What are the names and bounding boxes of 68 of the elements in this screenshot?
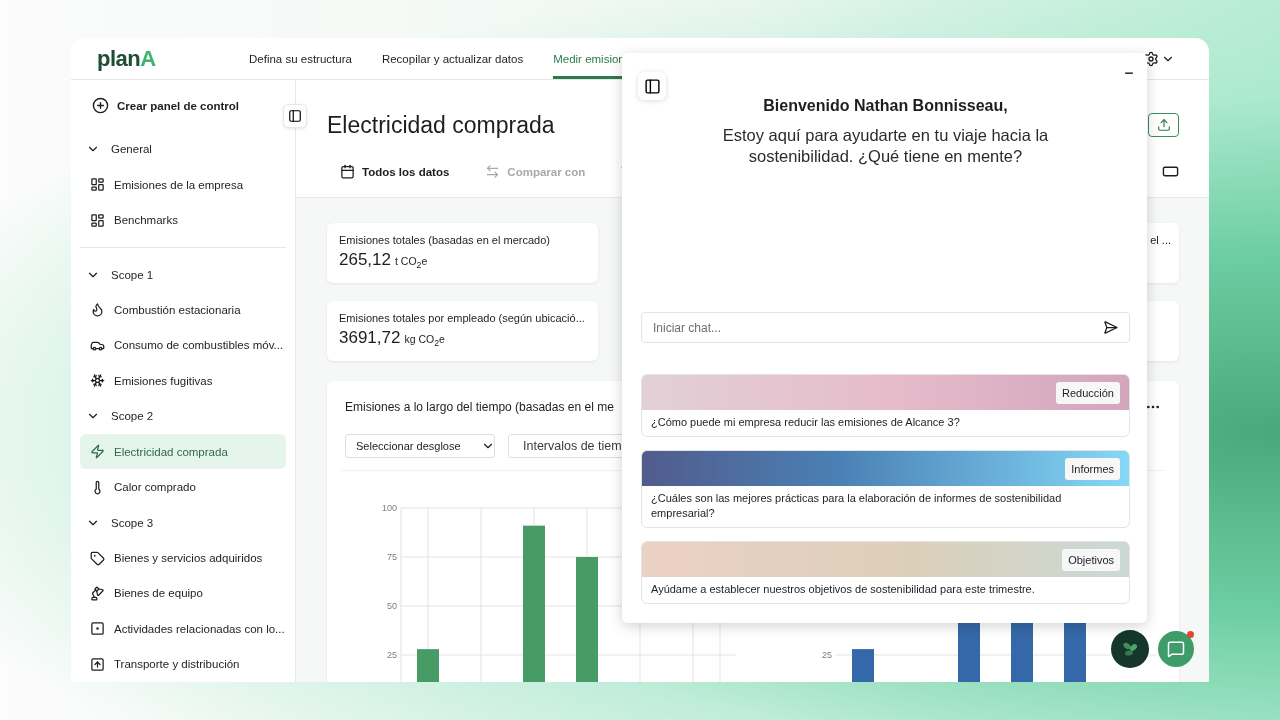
sidebar-item[interactable]: Actividades relacionadas con lo... [80, 611, 286, 647]
sidebar-item[interactable]: Emisiones de la empresa [80, 166, 286, 203]
suggestion-card[interactable]: Reducción ¿Cómo puede mi empresa reducir las emisiones de Alcance 3? [641, 374, 1130, 437]
send-icon[interactable] [1103, 320, 1118, 335]
axis-tick-label: 100 [381, 503, 397, 513]
sidebar-item[interactable]: Bienes de equipo [80, 575, 286, 612]
tag-icon [90, 550, 105, 566]
metric-label: Emisiones totales por empleado (según ubicació... [339, 312, 586, 324]
lamp-icon [90, 585, 105, 601]
chart-title: Emisiones a lo largo del tiempo (basadas en el me [345, 400, 614, 414]
sidebar-group[interactable]: Scope 3 [80, 504, 160, 541]
upload-icon [1156, 118, 1171, 132]
nav-tab[interactable]: Recopilar y actualizar datos [381, 38, 524, 79]
axis-tick-label: 50 [387, 601, 397, 611]
sidebar-item[interactable]: Emisiones fugitivas [80, 363, 286, 399]
export-button[interactable] [1148, 113, 1179, 137]
sidebar-icon [643, 77, 661, 95]
axis-tick-label: 75 [387, 552, 397, 562]
logo: planA [96, 44, 157, 73]
sidebar-group[interactable]: Scope 2 [80, 398, 160, 434]
sidebar-icon [288, 109, 302, 123]
settings-icon[interactable] [1143, 50, 1159, 67]
chart-bar [852, 649, 874, 682]
sidebar-group[interactable]: Scope 1 [80, 256, 160, 293]
breakdown-select[interactable]: Seleccionar desglose [345, 434, 495, 458]
chart-bar [417, 649, 439, 682]
suggestion-card[interactable]: Informes ¿Cuáles son las mejores prácticas para la elaboración de informes de sostenibilidad empresarial? [641, 450, 1130, 528]
suggestion-question: ¿Cómo puede mi empresa reducir las emisiones de Alcance 3? [650, 415, 961, 430]
metric-unit: t CO$_{2}$e [395, 255, 428, 271]
axis-tick-label: 25 [387, 650, 397, 660]
sidebar-item[interactable]: Electricidad comprada [80, 434, 286, 470]
suggestion-tag: Informes [1065, 457, 1120, 480]
metric-value: 265,12 [339, 250, 391, 270]
arrows-icon [485, 164, 501, 179]
grid-icon [90, 212, 105, 228]
filter-button[interactable]: Todos los datos [340, 164, 450, 179]
sidebar-item[interactable]: Benchmarks [80, 202, 286, 238]
metric-value: 3691,72 [339, 328, 401, 348]
calendar-icon [340, 164, 355, 179]
lightning-icon [90, 444, 105, 460]
create-dashboard-button[interactable]: Crear panel de control [80, 90, 252, 122]
chat-input[interactable]: Iniciar chat... [641, 312, 1130, 343]
grid-icon [90, 177, 105, 193]
suggestion-card[interactable]: Objetivos Ayúdame a establecer nuestros objetivos de sostenibilidad para este trimestre. [641, 541, 1130, 604]
sidebar-item[interactable]: Combustión estacionaria [80, 292, 286, 328]
chat-icon [1167, 640, 1185, 658]
intro-text: Estoy aquí para ayudarte en tu viaje hacia la sostenibilidad. ¿Qué tiene en mente? [721, 125, 1050, 167]
metric-unit: kg CO$_{2}$e [404, 333, 445, 349]
axis-tick-label: 25 [822, 650, 832, 660]
welcome-heading: Bienvenido Nathan Bonnisseau, [763, 97, 1008, 115]
suggestion-tag: Objetivos [1062, 548, 1120, 571]
plus-icon [92, 97, 109, 115]
sidebar-item[interactable]: Transporte y distribución [80, 646, 286, 682]
page-title: Electricidad comprada [327, 111, 555, 139]
sidebar-item[interactable]: Bienes y servicios adquiridos [80, 540, 286, 576]
sidebar-toggle-button[interactable] [283, 104, 307, 128]
nav-tab[interactable]: Defina su estructura [249, 38, 352, 79]
flame-icon [90, 302, 105, 318]
suggestion-tag: Reducción [1056, 381, 1120, 404]
sidebar-item[interactable]: Consumo de combustibles móv... [80, 327, 286, 364]
snowflake-icon [90, 373, 105, 389]
sidebar-toggle-button[interactable] [638, 72, 666, 100]
metric-label: el ... [1150, 234, 1171, 246]
suggestion-question: Ayúdame a establecer nuestros objetivos de sostenibilidad para este trimestre. [650, 582, 1036, 597]
sidebar-item[interactable]: Calor comprado [80, 469, 286, 505]
suggestion-question: ¿Cuáles son las mejores prácticas para la elaboración de informes de sostenibilidad empresarial? [650, 491, 1063, 521]
sidebar-group[interactable]: General [80, 131, 158, 167]
metric-label: Emisiones totales (basadas en el mercado) [339, 234, 551, 246]
